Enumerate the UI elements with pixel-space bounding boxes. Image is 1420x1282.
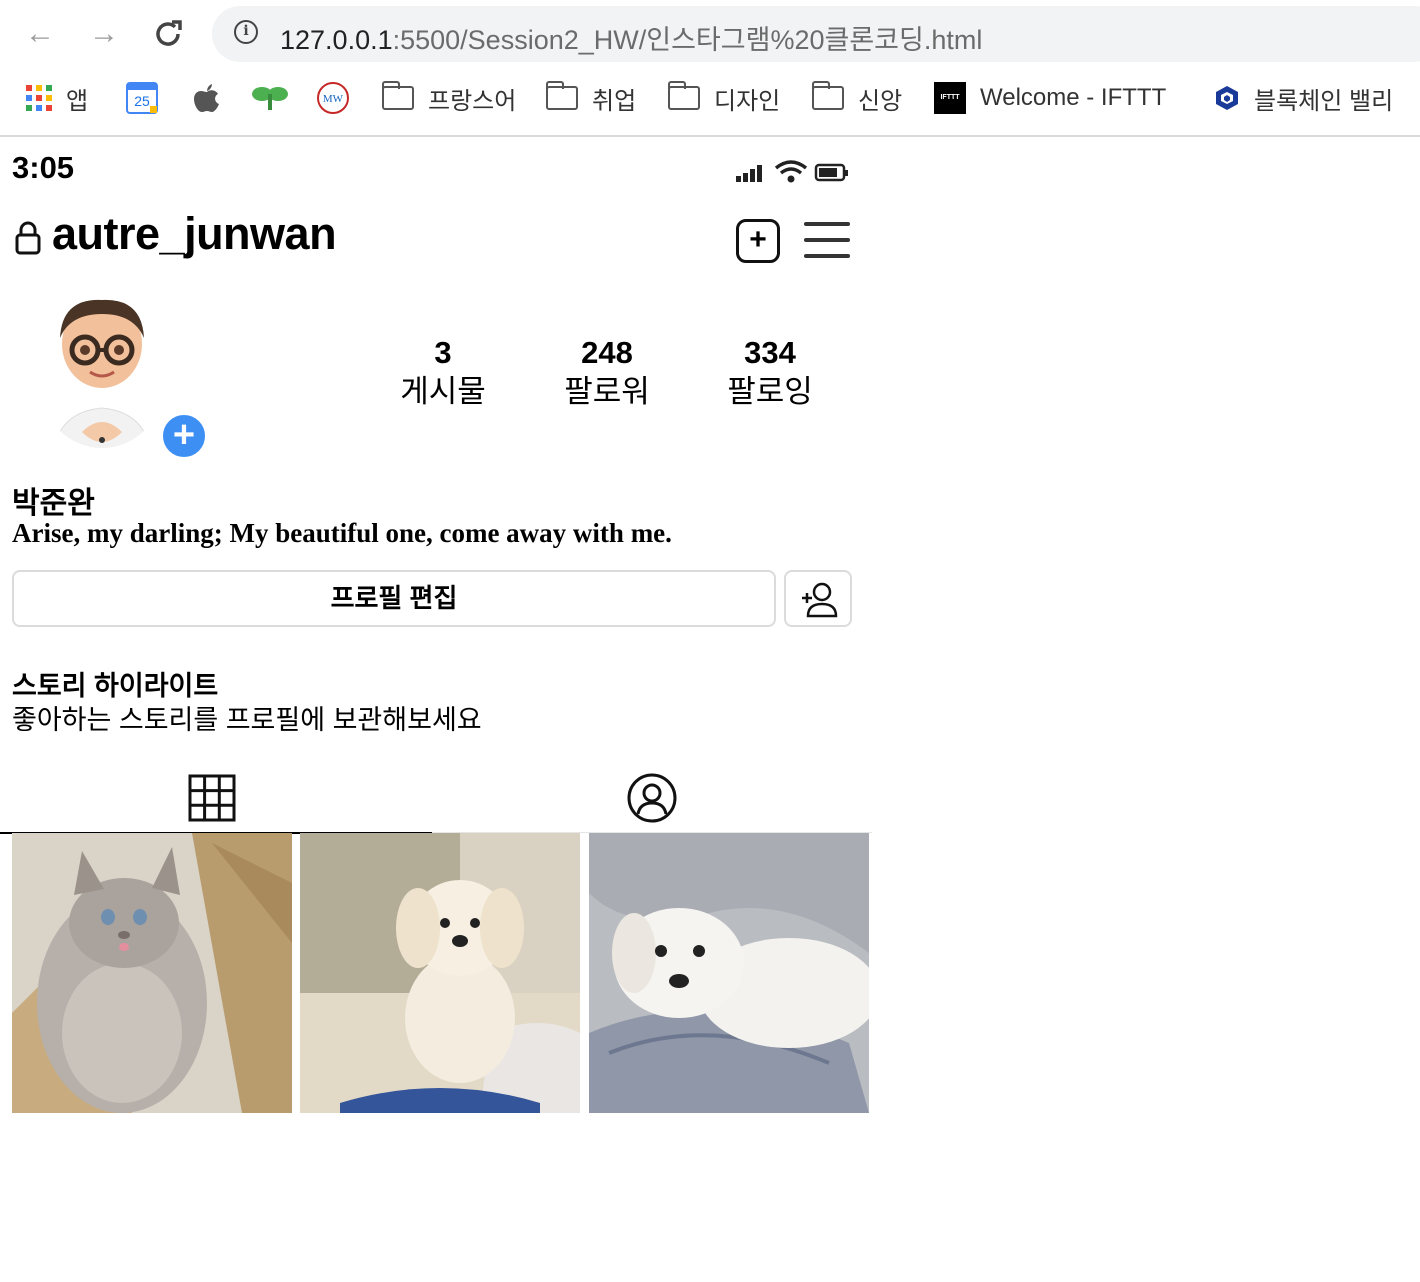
apps-grid-icon [26, 85, 52, 111]
hamburger-menu-icon[interactable] [804, 222, 850, 258]
stat-following-label: 팔로잉 [727, 374, 813, 409]
mw-badge-text: MW [323, 93, 344, 105]
profile-username[interactable]: autre_junwan [52, 208, 337, 260]
stat-posts[interactable]: 3 게시물 [373, 334, 513, 412]
tagged-user-icon [627, 773, 677, 823]
bookmark-folder-jobs[interactable]: 취업 [545, 76, 637, 120]
status-icons [736, 160, 848, 183]
grid-icon [188, 774, 236, 822]
plus-icon: + [172, 414, 196, 456]
discover-people-button[interactable] [784, 570, 852, 627]
stat-followers-label: 팔로워 [564, 374, 650, 409]
bookmark-folder-design[interactable]: 디자인 [667, 76, 781, 120]
bookmark-blockchain[interactable]: 블록체인 밸리 [1214, 76, 1393, 120]
back-arrow-icon[interactable]: ← [20, 14, 60, 54]
profile-real-name: 박준완 [12, 487, 95, 520]
battery-icon [814, 163, 848, 182]
folder-icon [545, 81, 578, 110]
stat-followers-count: 248 [581, 335, 633, 370]
bookmark-label: 블록체인 밸리 [1254, 87, 1394, 115]
add-person-icon [802, 582, 838, 618]
puppy-sitting-photo [300, 833, 580, 1113]
site-info-icon[interactable]: i [234, 20, 258, 44]
bookmark-label: Welcome - IFTTT [980, 84, 1167, 111]
profile-avatar[interactable] [42, 292, 162, 460]
lock-icon [15, 221, 41, 255]
sprout-icon [252, 87, 288, 110]
stat-posts-count: 3 [434, 335, 452, 370]
tab-posts-grid[interactable] [0, 760, 432, 834]
wifi-icon [774, 160, 808, 183]
stat-following[interactable]: 334 팔로잉 [700, 334, 840, 412]
puppy-lying-photo [589, 833, 869, 1113]
bookmark-folder-faith[interactable]: 신앙 [811, 76, 903, 120]
bookmark-sprout[interactable] [252, 76, 288, 120]
status-time: 3:05 [12, 150, 75, 185]
bookmark-folder-french[interactable]: 프랑스어 [381, 76, 517, 120]
profile-bio: Arise, my darling; My beautiful one, com… [12, 518, 672, 548]
calendar-icon: 25 [126, 82, 158, 114]
browser-chrome: ← → i 127.0.0.1:5500/Session2_HW/인스타그램%2… [0, 0, 1420, 137]
edit-profile-button[interactable]: 프로필 편집 [12, 570, 776, 627]
folder-icon [667, 81, 700, 110]
post-thumbnail-cat[interactable] [12, 833, 292, 1113]
post-thumbnail-puppy-lying[interactable] [589, 833, 869, 1113]
tab-tagged[interactable] [432, 760, 872, 833]
bookmark-label: 앱 [66, 87, 89, 115]
stat-posts-label: 게시물 [400, 374, 486, 409]
stat-followers[interactable]: 248 팔로워 [537, 334, 677, 412]
plus-square-icon: + [749, 223, 767, 256]
url-text[interactable]: 127.0.0.1:5500/Session2_HW/인스타그램%20클론코딩.… [280, 18, 982, 57]
forward-arrow-icon[interactable]: → [84, 14, 124, 54]
calendar-date-text: 25 [134, 93, 150, 109]
stat-following-count: 334 [744, 335, 796, 370]
ifttt-icon: IFTTT [934, 82, 966, 114]
folder-icon [381, 81, 414, 110]
address-bar[interactable]: i 127.0.0.1:5500/Session2_HW/인스타그램%20클론코… [212, 6, 1420, 62]
add-story-button[interactable]: + [160, 412, 208, 460]
bookmark-label: 디자인 [714, 87, 781, 115]
cat-photo [12, 833, 292, 1113]
blockchain-icon [1216, 86, 1238, 110]
bookmark-apple[interactable] [194, 76, 220, 120]
bookmark-apps[interactable]: 앱 [26, 76, 88, 120]
reload-icon[interactable] [148, 14, 188, 54]
mw-dictionary-icon: MW [317, 82, 349, 114]
signal-icon [736, 165, 762, 182]
apple-icon [194, 84, 219, 112]
bookmark-ifttt[interactable]: IFTTT Welcome - IFTTT [934, 76, 1166, 120]
bookmark-mw[interactable]: MW [316, 76, 350, 120]
story-highlights-subtitle: 좋아하는 스토리를 프로필에 보관해보세요 [12, 705, 482, 735]
bookmark-label: 취업 [592, 87, 637, 115]
bookmark-label: 신앙 [858, 87, 903, 115]
bookmarks-bar: 앱 25 MW 프랑스어 취업 디자인 신앙 IFTTT Welcome - I… [0, 76, 1420, 120]
folder-icon [811, 81, 844, 110]
post-thumbnail-puppy-sitting[interactable] [300, 833, 580, 1113]
bookmark-calendar[interactable]: 25 [126, 76, 158, 120]
bookmark-label: 프랑스어 [428, 87, 517, 115]
new-post-button[interactable]: + [736, 219, 780, 263]
